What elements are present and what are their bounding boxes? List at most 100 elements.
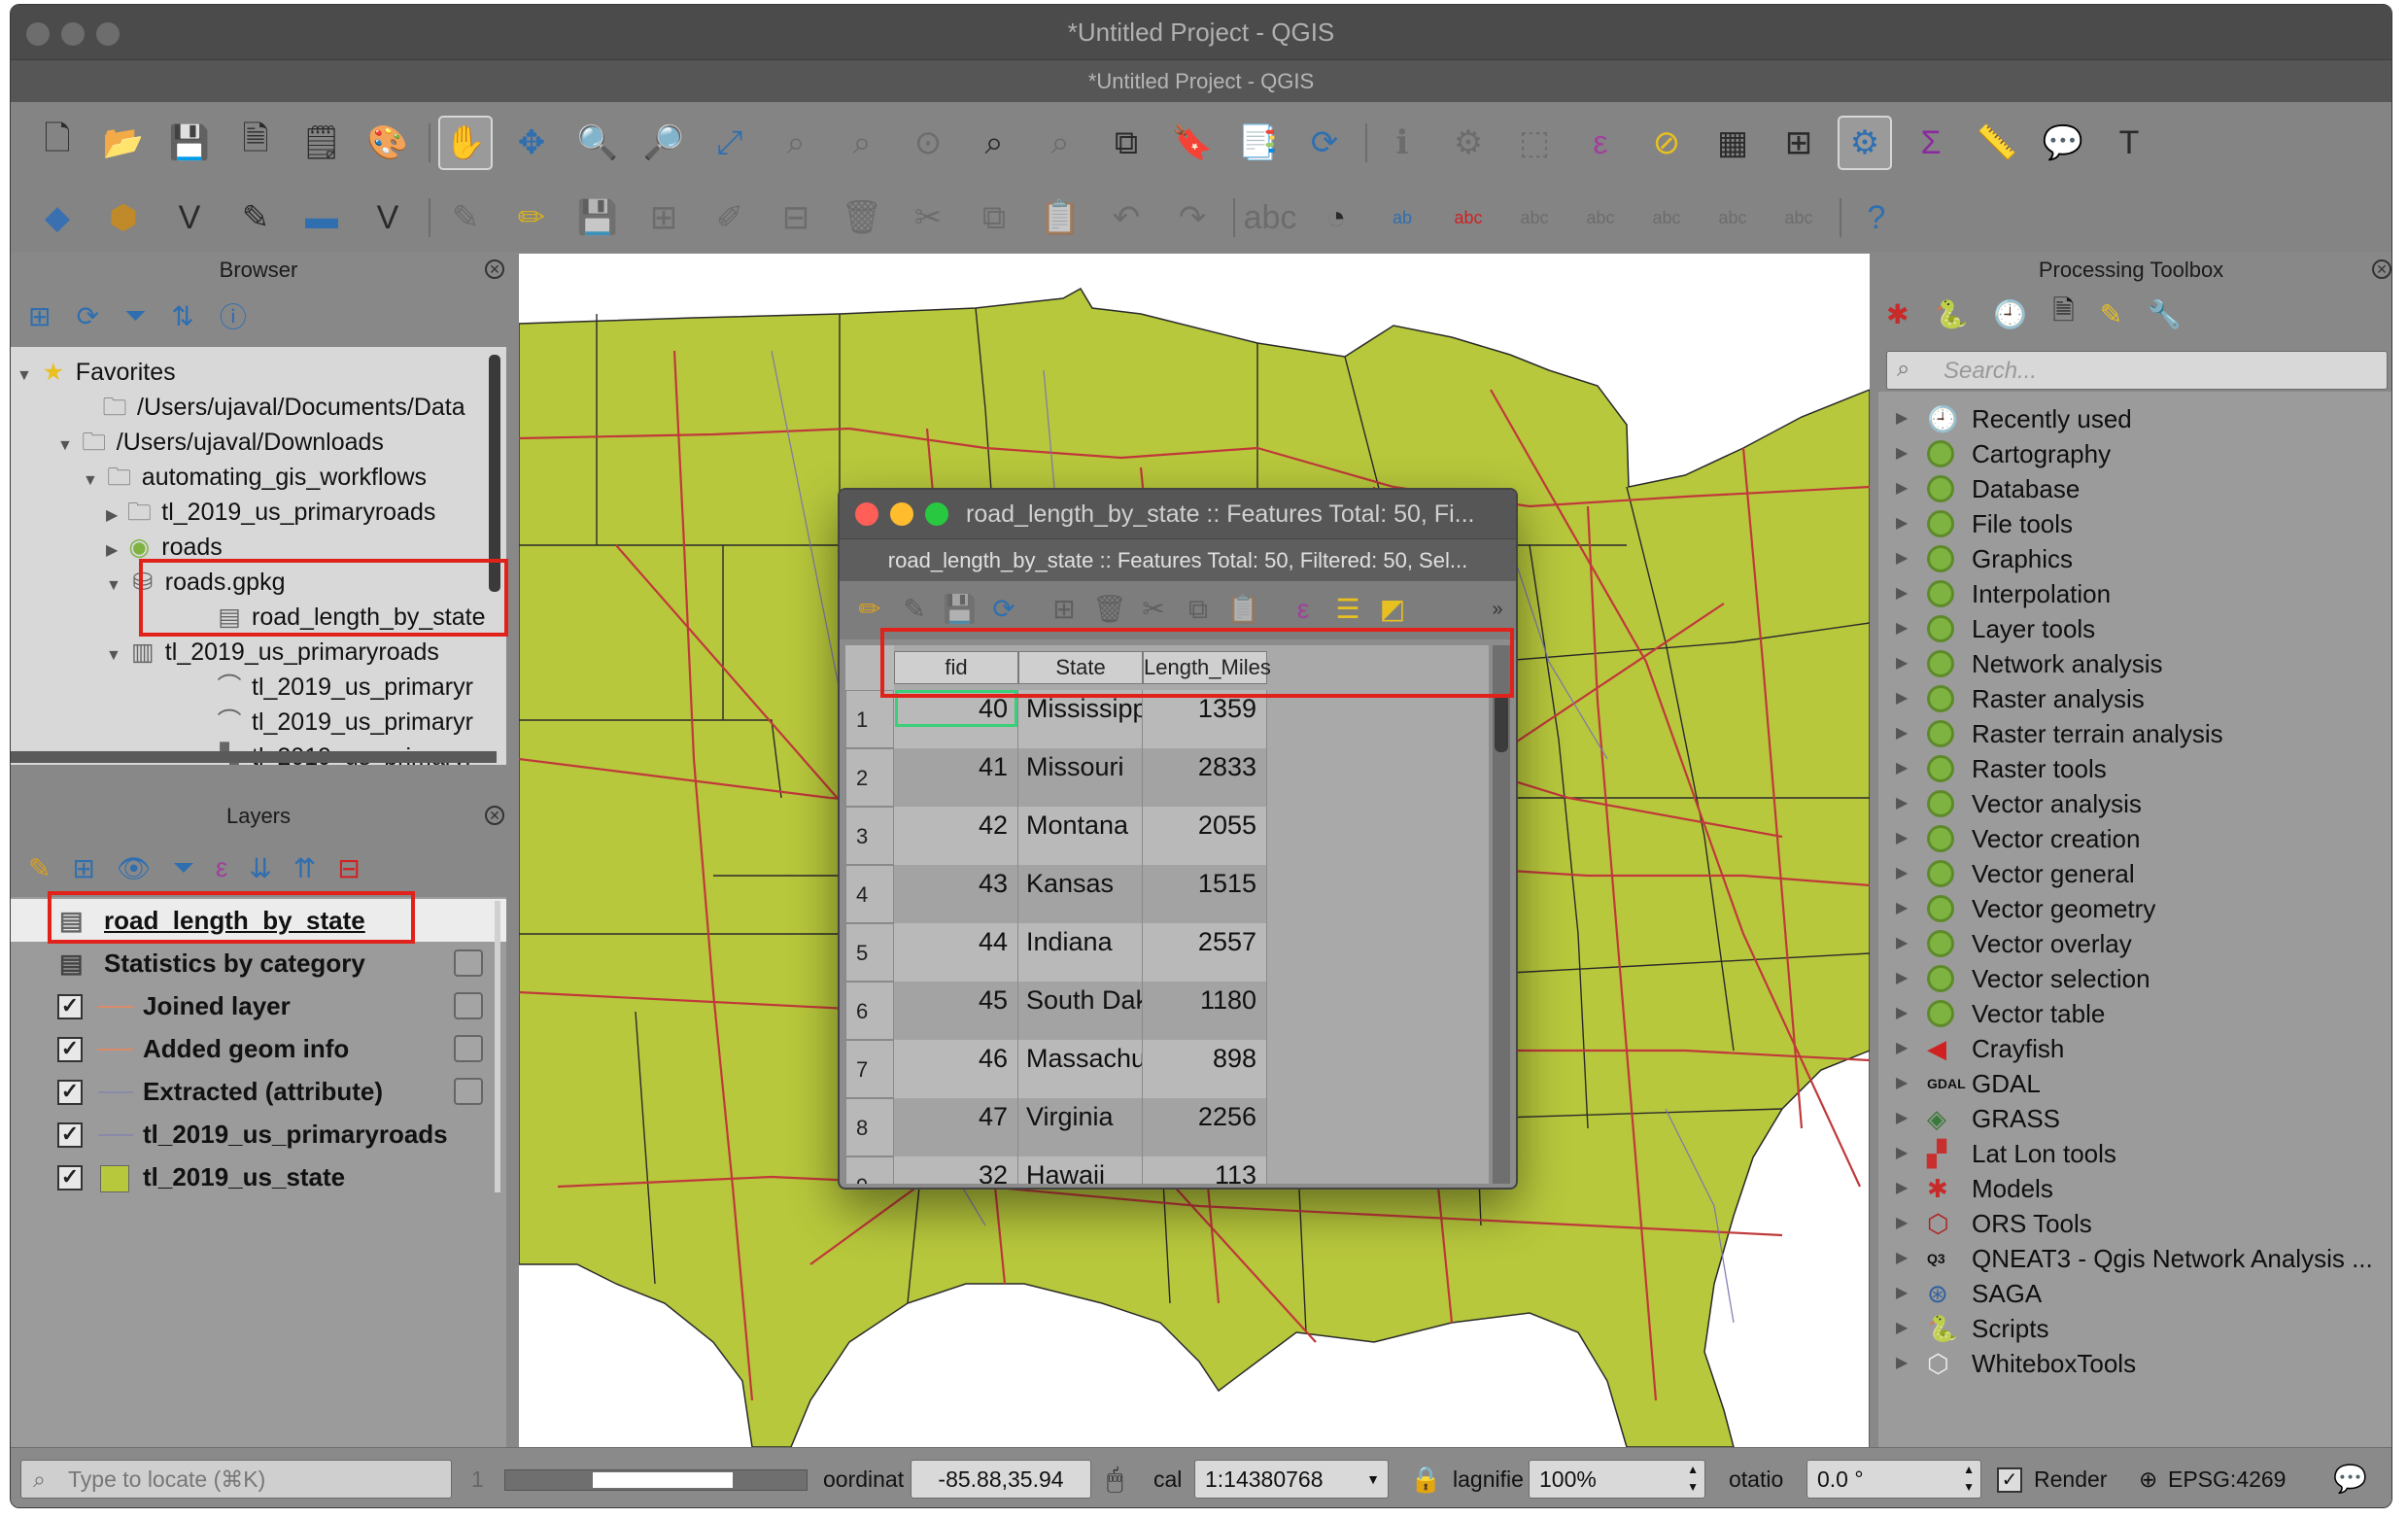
row-number[interactable]: 8 [845,1098,894,1156]
current-edits-icon[interactable]: ✎ [438,190,493,245]
cell-state[interactable]: Hawaii [1018,1156,1143,1184]
row-number[interactable]: 7 [845,1040,894,1098]
row-number[interactable]: 3 [845,807,894,865]
zoom-full-icon[interactable]: ⤢ [703,116,757,170]
lock-scale-icon[interactable]: 🔒 [1410,1460,1441,1499]
new-shapefile-layer-icon[interactable]: V [162,190,217,245]
edit-features-in-place-icon[interactable]: ✎ [2100,298,2122,330]
table-row[interactable]: 746Massachusetts898 [845,1040,1267,1098]
visibility-checkbox[interactable]: ✓ [57,1037,83,1062]
refresh-browser-icon[interactable]: ⟳ [76,300,98,332]
cell-length[interactable]: 1359 [1143,690,1267,748]
manage-visibility-icon[interactable]: 👁 [117,852,152,884]
paste-features-icon[interactable]: 📋 [1033,190,1087,245]
expand-arrow-icon[interactable]: ▼ [57,437,73,454]
expand-arrow-icon[interactable]: ▼ [83,472,98,489]
expand-arrow-icon[interactable]: ▶ [1896,471,1908,506]
copy-icon[interactable]: ⧉ [1182,593,1215,626]
cell-fid[interactable]: 42 [894,807,1018,865]
expand-arrow-icon[interactable]: ▶ [1896,1101,1908,1136]
cell-fid[interactable]: 46 [894,1040,1018,1098]
row-number[interactable]: 1 [845,690,894,748]
magnifier-spinbox[interactable]: 100% ▲ ▼ [1529,1460,1705,1499]
expand-arrow-icon[interactable]: ▶ [1896,891,1908,926]
cell-fid[interactable]: 47 [894,1098,1018,1156]
pan-map-icon[interactable]: ✋ [438,116,493,170]
add-feature-icon[interactable]: ⊞ [1048,593,1081,626]
zoom-window-button[interactable] [96,22,120,46]
text-annotation-icon[interactable]: T [2102,116,2156,170]
expand-arrow-icon[interactable]: ▶ [1896,681,1908,716]
highlight-pinned-labels-icon[interactable]: ab [1375,190,1429,245]
cell-length[interactable]: 1180 [1143,982,1267,1040]
toggle-extents-icon[interactable]: 🖱 [1107,1460,1123,1499]
select-features-icon[interactable]: ⬚ [1507,116,1562,170]
python-scripts-icon[interactable]: 🐍 [1934,298,1968,330]
pan-to-selection-icon[interactable]: ✥ [504,116,559,170]
cell-state[interactable]: Virginia [1018,1098,1143,1156]
cell-length[interactable]: 2055 [1143,807,1267,865]
layers-scrollbar[interactable] [495,901,500,1192]
cut-icon[interactable]: ✂ [1137,593,1170,626]
expand-all-icon[interactable]: ⇊ [249,852,271,884]
layer-row-extracted[interactable]: ✓ Extracted (attribute) [11,1070,506,1113]
cell-state[interactable]: Massachusetts [1018,1040,1143,1098]
expand-arrow-icon[interactable]: ▶ [1896,1311,1908,1346]
close-layers-icon[interactable]: ✕ [485,806,504,825]
expand-arrow-icon[interactable]: ▶ [1896,646,1908,681]
cell-fid[interactable]: 32 [894,1156,1018,1184]
zoom-next-icon[interactable]: ⌕ [1033,116,1087,170]
expand-arrow-icon[interactable]: ▼ [17,367,32,384]
cell-length[interactable]: 1515 [1143,865,1267,923]
new-temporary-layer-icon[interactable]: ✎ [228,190,283,245]
temporary-layer-icon[interactable] [454,1078,483,1105]
filter-browser-icon[interactable]: ⏷ [124,300,146,332]
layer-row-statistics[interactable]: ▤ Statistics by category [11,942,506,984]
toggle-editing-icon[interactable]: ✏ [504,190,559,245]
table-scrollbar[interactable] [1493,645,1510,1184]
dialog-minimize-button[interactable] [890,502,913,526]
toggle-editing-icon[interactable]: ✏ [853,593,886,626]
dialog-zoom-button[interactable] [925,502,948,526]
show-bookmarks-icon[interactable]: 📑 [1231,116,1286,170]
cell-length[interactable]: 2557 [1143,923,1267,982]
temporary-layer-icon[interactable] [454,1035,483,1062]
cell-length[interactable]: 898 [1143,1040,1267,1098]
vertex-tool-icon[interactable]: ✐ [703,190,757,245]
measure-line-icon[interactable]: 📏 [1970,116,2024,170]
pin-labels-icon[interactable]: abc [1441,190,1496,245]
zoom-native-icon[interactable]: ⊙ [901,116,955,170]
tree-item-downloads[interactable]: ▼ 🗀 /Users/ujaval/Downloads [57,425,384,460]
processing-toolbox-icon[interactable]: ⚙ [1838,116,1892,170]
expand-arrow-icon[interactable]: ▶ [1896,611,1908,646]
table-row[interactable]: 645South Dakota1180 [845,982,1267,1040]
cut-features-icon[interactable]: ✂ [901,190,955,245]
expand-arrow-icon[interactable]: ▶ [106,507,118,524]
layer-row-primaryroads[interactable]: ✓ tl_2019_us_primaryroads [11,1113,506,1156]
zoom-out-icon[interactable]: 🔎 [636,116,691,170]
expand-arrow-icon[interactable]: ▶ [1896,926,1908,961]
models-icon[interactable]: ✱ [1886,298,1909,330]
expand-arrow-icon[interactable]: ▶ [1896,821,1908,856]
row-number[interactable]: 4 [845,865,894,923]
new-map-view-icon[interactable]: ⧉ [1099,116,1153,170]
cell-fid[interactable]: 44 [894,923,1018,982]
expand-arrow-icon[interactable]: ▼ [106,577,121,594]
expand-arrow-icon[interactable]: ▶ [1896,1241,1908,1276]
tree-item-automating[interactable]: ▼ 🗀 automating_gis_workflows [83,460,427,495]
expand-arrow-icon[interactable]: ▼ [106,647,121,664]
cell-state[interactable]: Mississippi [1018,690,1143,748]
layer-styling-icon[interactable]: ✎ [28,852,51,884]
undo-icon[interactable]: ↶ [1099,190,1153,245]
dialog-close-button[interactable] [855,502,878,526]
expand-arrow-icon[interactable]: ▶ [1896,786,1908,821]
visibility-checkbox[interactable]: ✓ [57,1165,83,1190]
layer-row-joined[interactable]: ✓ Joined layer [11,984,506,1027]
close-processing-icon[interactable]: ✕ [2372,259,2391,279]
properties-icon[interactable]: ⓘ [220,296,247,335]
tree-item-primaryroads-folder[interactable]: ▶ 🗀 tl_2019_us_primaryroads [106,495,435,530]
select-all-icon[interactable]: ☰ [1331,593,1364,626]
zoom-to-layer-icon[interactable]: ⌕ [835,116,889,170]
table-row[interactable]: 2 41 Missouri 2833 [845,748,1267,807]
help-icon[interactable]: ? [1849,190,1904,245]
